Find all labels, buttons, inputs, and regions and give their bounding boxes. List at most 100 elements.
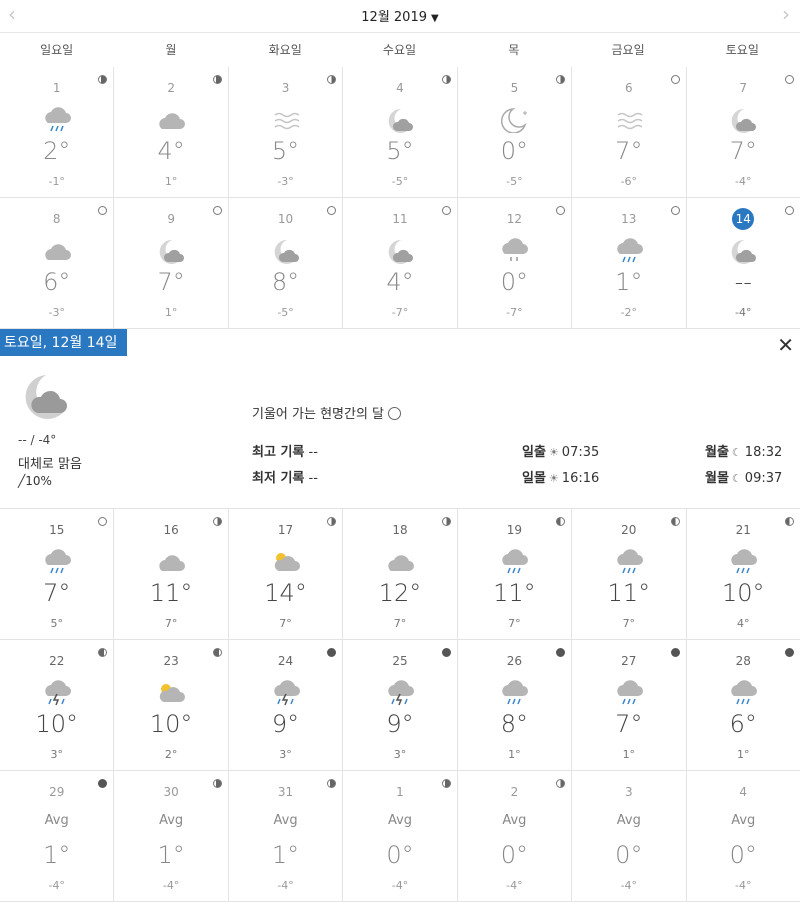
avg-label: Avg <box>502 813 527 828</box>
day-cell[interactable]: 9 7° 1° <box>114 198 229 328</box>
high-temp: 7° <box>157 268 185 296</box>
day-number: 8 <box>52 212 61 226</box>
day-cell[interactable]: 24 9° 3° <box>229 640 344 770</box>
low-temp: -4° <box>162 879 180 892</box>
high-temp: 7° <box>43 579 71 607</box>
sunrise: 일출 ☀ 07:35 <box>522 445 600 460</box>
moonset: 월몰 ☾ 09:37 <box>705 471 783 486</box>
day-cell[interactable]: 12 0° -7° <box>458 198 573 328</box>
day-number: 11 <box>392 212 408 226</box>
day-number: 9 <box>167 212 175 226</box>
weekday-label: 월 <box>165 43 177 57</box>
day-cell[interactable]: 3 Avg 0° -4° <box>572 771 687 901</box>
day-cell[interactable]: 31 Avg 1° -4° <box>229 771 344 901</box>
day-number: 30 <box>163 785 179 799</box>
calendar-week: 8 6° -3° 9 7° 1° 10 8° -5° 11 4° -7° 12 0° -7° 13 1° -2° 1… <box>0 198 800 329</box>
weekday-label: 수요일 <box>382 43 417 57</box>
low-temp: -3° <box>277 175 294 188</box>
moonrise: 월출 ☾ 18:32 <box>705 445 783 460</box>
rain-cloud-icon <box>502 680 529 705</box>
day-number: 28 <box>735 654 751 668</box>
high-temp: 11° <box>493 579 536 607</box>
low-temp: 7° <box>279 617 292 630</box>
day-cell[interactable]: 4 Avg 0° -4° <box>687 771 800 901</box>
day-number: 18 <box>392 523 408 537</box>
day-cell[interactable]: 19 11° 7° <box>458 509 573 639</box>
day-cell[interactable]: 23 10° 2° <box>114 640 229 770</box>
day-cell[interactable]: 7 7° -4° <box>687 67 800 197</box>
low-temp: -5° <box>277 306 294 319</box>
day-cell[interactable]: 5 0° -5° <box>458 67 573 197</box>
day-cell[interactable]: 10 8° -5° <box>229 198 344 328</box>
day-cell[interactable]: 1 2° -1° <box>0 67 115 197</box>
day-cell[interactable]: 28 6° 1° <box>687 640 800 770</box>
low-temp: 1° <box>508 748 521 761</box>
day-number: 7 <box>739 81 748 95</box>
high-temp: 12° <box>378 579 422 607</box>
day-cell[interactable]: 22 10° 3° <box>0 640 115 770</box>
day-number: 13 <box>621 212 637 226</box>
day-number: 31 <box>277 785 294 799</box>
day-cell[interactable]: 25 9° 3° <box>343 640 458 770</box>
low-temp: -2° <box>620 306 638 319</box>
day-cell[interactable]: 16 11° 7° <box>114 509 229 639</box>
day-cell[interactable]: 15 7° 5° <box>0 509 115 639</box>
high-temp: 4° <box>386 268 414 296</box>
day-number: 16 <box>163 523 179 537</box>
day-cell[interactable]: 26 8° 1° <box>458 640 573 770</box>
day-cell[interactable]: 30 Avg 1° -4° <box>114 771 229 901</box>
day-cell[interactable]: 13 1° -2° <box>572 198 687 328</box>
day-cell[interactable]: 17 14° 7° <box>229 509 344 639</box>
rain-cloud-icon <box>45 107 71 132</box>
day-cell[interactable]: 14 -- -4° <box>687 198 800 328</box>
sunset: 일몰 ☀ 16:16 <box>522 471 600 486</box>
day-number: 1 <box>52 81 61 95</box>
day-cell[interactable]: 29 Avg 1° -4° <box>0 771 115 901</box>
high-temp: 9° <box>271 710 300 738</box>
day-cell[interactable]: 2 4° 1° <box>114 67 229 197</box>
day-cell[interactable]: 3 5° -3° <box>229 67 344 197</box>
close-icon[interactable]: ✕ <box>777 333 794 357</box>
moon-phase-icon <box>212 648 222 657</box>
day-cell[interactable]: 11 4° -7° <box>343 198 458 328</box>
low-temp: 3° <box>393 748 407 761</box>
day-cell[interactable]: 21 10° 4° <box>687 509 800 639</box>
day-number: 19 <box>506 523 523 537</box>
month-label: 12월 2019 <box>361 10 427 25</box>
high-temp: 0° <box>500 841 529 869</box>
moon-phase-icon <box>670 206 680 215</box>
day-cell[interactable]: 18 12° 7° <box>343 509 458 639</box>
next-month-button[interactable]: › <box>782 4 790 24</box>
high-temp: 4° <box>157 137 185 165</box>
chevron-down-icon: ▼ <box>431 13 439 24</box>
high-temp: 10° <box>35 710 78 738</box>
day-cell[interactable]: 27 7° 1° <box>572 640 687 770</box>
high-temp: 6° <box>43 268 71 296</box>
avg-label: Avg <box>616 813 641 828</box>
day-detail-panel: 토요일, 12월 14일 ✕ -- / -4° 대체로 맑음 ╱10% 기울어 … <box>0 329 800 509</box>
low-temp: 1° <box>736 748 750 761</box>
day-number: 26 <box>506 654 523 668</box>
day-cell[interactable]: 8 6° -3° <box>0 198 115 328</box>
calendar-week: 15 7° 5° 16 11° 7° 17 14° 7° 18 12° 7° 19 11° 7° 20 11° 7… <box>0 509 800 640</box>
high-temp: 7° <box>615 710 643 738</box>
low-temp: 3° <box>50 748 63 761</box>
day-number: 3 <box>625 785 633 799</box>
cloud-drizzle-icon <box>502 238 529 261</box>
moon-phase-icon <box>441 648 451 657</box>
day-cell[interactable]: 6 7° -6° <box>572 67 687 197</box>
high-temp: 5° <box>386 137 414 165</box>
low-temp: -1° <box>48 175 65 188</box>
high-temp: 1° <box>271 841 300 869</box>
low-temp: 7° <box>164 617 178 630</box>
detail-hi-lo: -- / -4° <box>18 433 57 447</box>
month-selector[interactable]: 12월 2019 ▼ <box>0 6 800 25</box>
day-cell[interactable]: 20 11° 7° <box>572 509 687 639</box>
day-number: 27 <box>621 654 637 668</box>
calendar-week: 29 Avg 1° -4° 30 Avg 1° -4° 31 Avg 1° -4° 1 Avg 0° -4° 2… <box>0 771 800 902</box>
day-cell[interactable]: 2 Avg 0° -4° <box>458 771 573 901</box>
day-cell[interactable]: 4 5° -5° <box>343 67 458 197</box>
high-temp: 7° <box>729 137 757 165</box>
day-cell[interactable]: 1 Avg 0° -4° <box>343 771 458 901</box>
moon-cloud-icon <box>731 239 757 264</box>
